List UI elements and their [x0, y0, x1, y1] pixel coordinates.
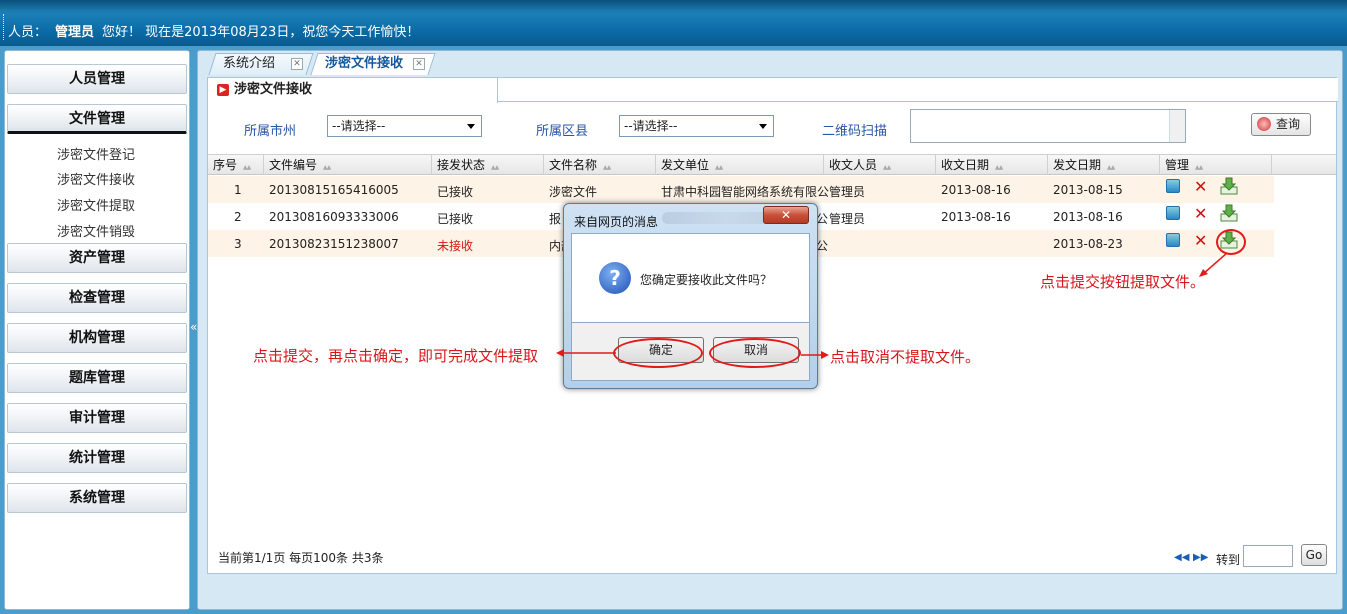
grid-header: 序号 文件编号 接发状态 文件名称 发文单位 收文人员 收文日期 发文日期 管理	[208, 154, 1336, 175]
sidebar: 人员管理 文件管理 涉密文件登记 涉密文件接收 涉密文件提取 涉密文件销毁 资产…	[4, 50, 190, 610]
qr-scrollbar[interactable]	[1169, 110, 1185, 142]
cell-status: 已接收	[437, 185, 474, 199]
view-icon[interactable]	[1166, 233, 1180, 247]
header-divider	[3, 14, 6, 40]
arrow-icon: ▶	[217, 84, 229, 96]
city-label: 所属市州	[244, 124, 297, 139]
view-icon[interactable]	[1166, 179, 1180, 193]
menu-question-bank[interactable]: 题库管理	[7, 363, 187, 393]
cell-name: 涉密文件	[549, 185, 598, 199]
query-button[interactable]: 查询	[1251, 113, 1311, 136]
panel-title-text: 涉密文件接收	[234, 82, 313, 97]
sub-item-file-register[interactable]: 涉密文件登记	[5, 144, 187, 163]
tab-label: 涉密文件接收	[325, 56, 404, 71]
menu-personnel[interactable]: 人员管理	[7, 64, 187, 94]
goto-page-input[interactable]	[1243, 545, 1293, 567]
go-button[interactable]: Go	[1301, 544, 1327, 566]
col-no[interactable]: 序号	[208, 155, 264, 175]
cell-send-date: 2013-08-23	[1053, 237, 1123, 251]
col-send-date[interactable]: 发文日期	[1048, 155, 1160, 175]
delete-icon[interactable]: ✕	[1194, 233, 1207, 249]
question-icon: ?	[599, 262, 631, 294]
first-page-icon[interactable]: ◀◀	[1174, 552, 1189, 563]
query-label: 查询	[1276, 117, 1301, 131]
cell-status: 未接收	[437, 239, 474, 253]
user-prefix: 人员：	[8, 25, 48, 40]
last-page-icon[interactable]: ▶▶	[1193, 552, 1208, 563]
cell-recv-date: 2013-08-16	[941, 183, 1011, 197]
col-recv-date[interactable]: 收文日期	[936, 155, 1048, 175]
highlight-ring	[613, 338, 703, 368]
sub-item-file-destroy[interactable]: 涉密文件销毁	[5, 221, 187, 240]
cell-code: 20130815165416005	[269, 183, 399, 197]
cell-status: 已接收	[437, 212, 474, 226]
highlight-ring	[709, 338, 801, 368]
table-row[interactable]: 1 20130815165416005 已接收 涉密文件 甘肃中科园智能网络系统…	[208, 176, 1274, 203]
panel-title: ▶ 涉密文件接收	[208, 78, 498, 103]
col-manage[interactable]: 管理	[1160, 155, 1272, 175]
sub-item-file-receive[interactable]: 涉密文件接收	[5, 169, 187, 188]
cell-send-date: 2013-08-16	[1053, 210, 1123, 224]
dialog-title: 来自网页的消息	[574, 215, 659, 229]
user-name: 管理员	[55, 25, 95, 40]
col-code[interactable]: 文件编号	[264, 155, 432, 175]
tab-file-receive[interactable]: 涉密文件接收 ✕	[310, 53, 436, 75]
district-select[interactable]: --请选择--	[619, 115, 774, 137]
qr-label: 二维码扫描	[822, 124, 888, 139]
greeting-text: 您好！ 现在是2013年08月23日，祝您今天工作愉快！	[102, 25, 420, 40]
cell-send-date: 2013-08-15	[1053, 183, 1123, 197]
col-status[interactable]: 接发状态	[432, 155, 544, 175]
cell-code: 20130816093333006	[269, 210, 399, 224]
dialog-message: 您确定要接收此文件吗？	[640, 273, 773, 287]
header-banner	[0, 0, 1347, 12]
sub-item-file-extract[interactable]: 涉密文件提取	[5, 195, 187, 214]
ok-hint: 点击提交，再点击确定，即可完成文件提取	[253, 347, 539, 365]
menu-organization[interactable]: 机构管理	[7, 323, 187, 353]
pager-info: 当前第1/1页 每页100条 共3条	[218, 551, 384, 565]
menu-audit[interactable]: 审计管理	[7, 403, 187, 433]
col-unit[interactable]: 发文单位	[656, 155, 824, 175]
district-label: 所属区县	[536, 124, 589, 139]
menu-system[interactable]: 系统管理	[7, 483, 187, 513]
download-hint: 点击提交按钮提取文件。	[1040, 273, 1206, 291]
view-icon[interactable]	[1166, 206, 1180, 220]
annotation-arrow	[556, 349, 616, 357]
col-name[interactable]: 文件名称	[544, 155, 656, 175]
menu-statistics[interactable]: 统计管理	[7, 443, 187, 473]
cell-code: 20130823151238007	[269, 237, 399, 251]
menu-assets[interactable]: 资产管理	[7, 243, 187, 273]
search-icon	[1257, 117, 1271, 131]
menu-files[interactable]: 文件管理	[7, 104, 187, 134]
annotation-arrow	[801, 351, 829, 359]
goto-label: 转到	[1216, 553, 1241, 567]
cancel-hint: 点击取消不提取文件。	[830, 348, 981, 366]
tab-label: 系统介绍	[223, 56, 276, 71]
download-icon[interactable]	[1220, 177, 1238, 195]
close-icon[interactable]: ✕	[291, 58, 303, 70]
cell-recv-date: 2013-08-16	[941, 210, 1011, 224]
delete-icon[interactable]: ✕	[1194, 206, 1207, 222]
col-receiver[interactable]: 收文人员	[824, 155, 936, 175]
cell-no: 2	[234, 210, 242, 224]
cell-name: 报	[549, 212, 562, 226]
cell-no: 3	[234, 237, 242, 251]
cell-receiver: 管理员	[829, 185, 866, 199]
close-icon[interactable]: ✕	[413, 58, 425, 70]
cell-no: 1	[234, 183, 242, 197]
panel-header: ▶ 涉密文件接收	[208, 78, 1338, 103]
tab-system-intro[interactable]: 系统介绍 ✕	[208, 53, 314, 75]
city-select[interactable]: --请选择--	[327, 115, 482, 137]
qr-input[interactable]	[910, 109, 1186, 143]
download-icon[interactable]	[1220, 204, 1238, 222]
user-greeting: 人员： 管理员 您好！ 现在是2013年08月23日，祝您今天工作愉快！	[8, 21, 419, 40]
delete-icon[interactable]: ✕	[1194, 179, 1207, 195]
dialog-body: ? 您确定要接收此文件吗？	[571, 233, 810, 323]
close-button[interactable]: ✕	[763, 206, 809, 224]
cell-unit: 甘肃中科园智能网络系统有限公	[661, 185, 830, 199]
top-header: 人员： 管理员 您好！ 现在是2013年08月23日，祝您今天工作愉快！	[0, 0, 1347, 46]
menu-inspection[interactable]: 检查管理	[7, 283, 187, 313]
cell-receiver: 管理员	[829, 212, 866, 226]
